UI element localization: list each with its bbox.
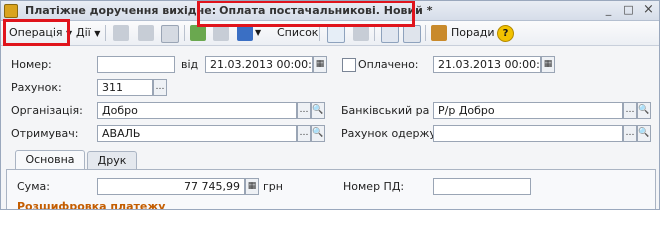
maximize-button[interactable]: □ [621, 3, 636, 17]
search-icon[interactable]: 🔍 [311, 125, 325, 142]
recipient-account-field[interactable] [433, 125, 623, 142]
document-icon [4, 4, 18, 18]
calendar-icon[interactable]: ▦ [541, 56, 555, 73]
payment-details-heading: Розшифровка платежу [17, 200, 166, 210]
paid-checkbox[interactable] [342, 58, 356, 72]
help-button[interactable]: ? [497, 25, 514, 42]
organization-label: Організація: [11, 104, 83, 117]
recipient-label: Отримувач: [11, 127, 79, 140]
currency-label: грн [263, 180, 283, 193]
edit-icon[interactable] [138, 25, 154, 41]
pencil-icon [431, 25, 447, 41]
filter-icon[interactable] [381, 25, 399, 43]
account-field[interactable]: 311 [97, 79, 153, 96]
title-bar: Платіжне доручення вихідне: Оплата постач… [1, 1, 659, 21]
sum-label: Сума: [17, 180, 50, 193]
unpost-icon[interactable] [213, 25, 229, 41]
operation-menu[interactable]: Операція ▼ [9, 24, 72, 42]
toolbar-separator [184, 25, 185, 41]
paid-label: Оплачено: [358, 58, 419, 71]
chevron-down-icon: ▼ [94, 29, 101, 38]
recipient-field[interactable]: АВАЛЬ [97, 125, 297, 142]
copy-icon[interactable] [113, 25, 129, 41]
date-from-label: від [181, 58, 199, 71]
bank-account-field[interactable]: Р/р Добро [433, 102, 623, 119]
search-icon[interactable]: 🔍 [311, 102, 325, 119]
close-button[interactable]: × [641, 3, 656, 17]
select-button[interactable]: … [297, 125, 311, 142]
structure-icon[interactable] [353, 25, 369, 41]
toolbar: Операція ▼ Дії ▼ ▼ Список Поради ? [1, 21, 659, 46]
chevron-down-icon[interactable]: ▼ [255, 24, 261, 42]
number-field[interactable] [97, 56, 175, 73]
chevron-down-icon: ▼ [66, 29, 73, 38]
list-view-icon[interactable] [403, 25, 421, 43]
based-on-icon[interactable] [237, 25, 253, 41]
post-document-icon[interactable] [190, 25, 206, 41]
calculator-icon[interactable]: ▦ [245, 178, 259, 195]
number-label: Номер: [11, 58, 52, 71]
search-icon[interactable]: 🔍 [637, 125, 651, 142]
bank-account-label: Банківський ра [341, 104, 430, 117]
toolbar-separator [319, 25, 320, 41]
recipient-account-label: Рахунок одержу... [341, 127, 447, 140]
tab-print[interactable]: Друк [87, 151, 137, 170]
window-title: Платіжне доручення вихідне: Оплата постач… [25, 4, 432, 17]
search-icon[interactable]: 🔍 [637, 102, 651, 119]
toolbar-separator [425, 25, 426, 41]
accounting-entries-icon[interactable] [327, 25, 345, 43]
document-window: Платіжне доручення вихідне: Оплата постач… [0, 0, 660, 210]
select-button[interactable]: … [297, 102, 311, 119]
vat-number-field[interactable] [433, 178, 531, 195]
calendar-icon[interactable]: ▦ [313, 56, 327, 73]
toolbar-separator [105, 25, 106, 41]
tips-button[interactable]: Поради [451, 24, 494, 42]
sum-field[interactable]: 77 745,99 [97, 178, 245, 195]
toolbar-separator [374, 25, 375, 41]
select-button[interactable]: … [153, 79, 167, 96]
tab-panel-main: Сума: 77 745,99 ▦ грн Номер ПД: Розшифро… [6, 169, 656, 210]
date-field[interactable]: 21.03.2013 00:00:00 [205, 56, 313, 73]
operation-label: Операція [9, 26, 63, 39]
account-label: Рахунок: [11, 81, 62, 94]
list-button[interactable]: Список [277, 24, 318, 42]
window-title-highlight: Оплата постачальникові. Новий * [219, 4, 433, 17]
select-button[interactable]: … [623, 125, 637, 142]
organization-field[interactable]: Добро [97, 102, 297, 119]
window-title-main: Платіжне доручення вихідне: [25, 4, 217, 17]
actions-label: Дії [76, 26, 91, 39]
actions-menu[interactable]: Дії ▼ [76, 24, 100, 42]
minimize-button[interactable]: _ [601, 3, 616, 17]
vat-number-label: Номер ПД: [343, 180, 405, 193]
tab-main[interactable]: Основна [15, 150, 85, 170]
select-button[interactable]: … [623, 102, 637, 119]
write-icon[interactable] [161, 25, 179, 43]
paid-date-field[interactable]: 21.03.2013 00:00:00 [433, 56, 541, 73]
